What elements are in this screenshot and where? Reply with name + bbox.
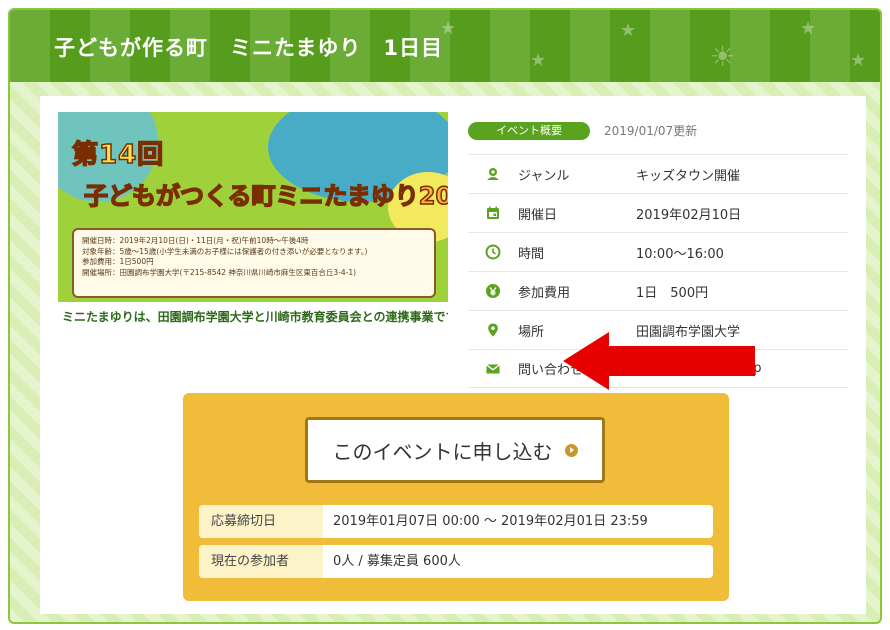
info-label: 参加費用 <box>518 285 571 301</box>
clock-icon <box>468 244 518 260</box>
info-label: ジャンル <box>518 168 570 184</box>
location-pin-icon <box>468 322 518 338</box>
red-arrow-icon <box>563 332 755 390</box>
poster-headline-edition: 第14回 <box>71 139 165 171</box>
apply-box: このイベントに申し込む 応募締切日 2019年01月07日 00:00 ～ 20… <box>183 393 729 601</box>
star-icon: ★ <box>850 50 867 71</box>
info-row-date: 開催日 2019年02月10日 <box>468 193 848 232</box>
apply-event-button[interactable]: このイベントに申し込む <box>305 417 605 483</box>
event-overview-badge: イベント概要 <box>468 122 590 140</box>
poster-footer-text: ミニたまゆりは、田園調布学園大学と川崎市教育委員会との連携事業です。 <box>58 302 448 330</box>
info-row-time: 時間 10:00～16:00 <box>468 232 848 271</box>
info-label: 時間 <box>518 246 545 262</box>
deadline-label: 応募締切日 <box>199 505 323 538</box>
page-frame: ★ ★ ★ ☀ ★ ★ 子どもが作る町 ミニたまゆり 1日目 第14回 子どもが… <box>8 8 882 624</box>
title-bar: ★ ★ ★ ☀ ★ ★ 子どもが作る町 ミニたまゆり 1日目 <box>10 10 880 82</box>
yen-icon <box>468 283 518 299</box>
poster-info-line: 対象年齢：5歳～15歳(小学生未満のお子様には保護者の付き添いが必要となります。… <box>82 246 368 256</box>
deadline-value: 2019年01月07日 00:00 ～ 2019年02月01日 23:59 <box>333 514 648 529</box>
genre-icon <box>468 166 518 182</box>
poster-info-line: 参加費用：1日500円 <box>82 257 154 266</box>
poster-headline-title: 子どもがつくる町ミニたまゆり2019 <box>83 181 448 211</box>
calendar-icon <box>468 205 518 221</box>
updated-date: 2019/01/07更新 <box>604 124 698 138</box>
info-value: 10:00～16:00 <box>636 246 724 262</box>
info-value: 2019年02月10日 <box>636 207 742 223</box>
star-icon: ★ <box>800 18 817 39</box>
participants-row: 現在の参加者 0人 / 募集定員 600人 <box>199 545 713 578</box>
chevron-right-circle-icon <box>564 443 578 457</box>
info-value: キッズタウン開催 <box>636 168 741 184</box>
star-icon: ★ <box>620 20 637 41</box>
info-row-fee: 参加費用 1日 500円 <box>468 271 848 310</box>
info-label: 開催日 <box>518 207 558 223</box>
mail-icon <box>468 361 518 377</box>
info-row-genre: ジャンル キッズタウン開催 <box>468 154 848 193</box>
event-poster-image: 第14回 子どもがつくる町ミニたまゆり2019 開催日時：2019年2月10日(… <box>58 112 448 330</box>
participants-label: 現在の参加者 <box>199 545 323 578</box>
star-icon: ★ <box>530 50 547 71</box>
poster-info-line: 開催場所：田園調布学園大学(〒215-8542 神奈川県川崎市麻生区東百合丘3-… <box>82 267 357 277</box>
apply-button-label: このイベントに申し込む <box>332 439 553 464</box>
poster-info-box: 開催日時：2019年2月10日(日)・11日(月・祝)午前10時～午後4時 対象… <box>72 228 436 298</box>
poster-info-line: 開催日時：2019年2月10日(日)・11日(月・祝)午前10時～午後4時 <box>82 236 309 245</box>
page-title: 子どもが作る町 ミニたまゆり 1日目 <box>54 36 443 60</box>
participants-value: 0人 / 募集定員 600人 <box>333 554 461 569</box>
info-value: 1日 500円 <box>636 285 709 301</box>
deadline-row: 応募締切日 2019年01月07日 00:00 ～ 2019年02月01日 23… <box>199 505 713 538</box>
sun-icon: ☀ <box>710 40 736 73</box>
